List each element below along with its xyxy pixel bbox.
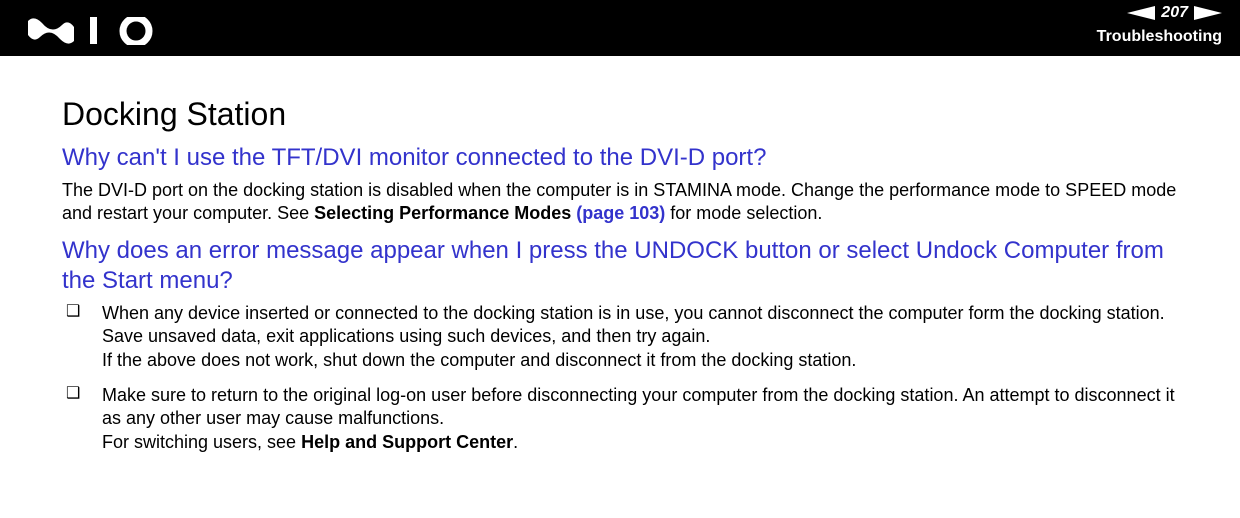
list-item: Make sure to return to the original log-…: [62, 384, 1182, 454]
answer-1: The DVI-D port on the docking station is…: [62, 179, 1182, 226]
section-label: Troubleshooting: [1097, 28, 1222, 46]
answer-1-bold: Selecting Performance Modes: [314, 203, 576, 223]
header-bar: 207 Troubleshooting: [0, 0, 1240, 56]
answer-2-bullets: When any device inserted or connected to…: [62, 302, 1182, 454]
vaio-logo: [28, 17, 164, 45]
page-content: Docking Station Why can't I use the TFT/…: [0, 56, 1240, 454]
bullet-1-text: When any device inserted or connected to…: [102, 303, 1165, 370]
prev-page-arrow-icon[interactable]: [1127, 6, 1155, 20]
question-2: Why does an error message appear when I …: [62, 236, 1182, 296]
list-item: When any device inserted or connected to…: [62, 302, 1182, 372]
answer-1-text-post: for mode selection.: [665, 203, 822, 223]
next-page-arrow-icon[interactable]: [1194, 6, 1222, 20]
question-1: Why can't I use the TFT/DVI monitor conn…: [62, 143, 1182, 173]
page-number: 207: [1161, 4, 1188, 22]
bullet-2-text-pre: Make sure to return to the original log-…: [102, 385, 1175, 452]
bullet-2-text-post: .: [513, 432, 518, 452]
answer-1-link[interactable]: (page 103): [576, 203, 665, 223]
page-nav: 207: [1127, 4, 1222, 22]
bullet-2-bold: Help and Support Center: [301, 432, 513, 452]
page-title: Docking Station: [62, 96, 1182, 133]
